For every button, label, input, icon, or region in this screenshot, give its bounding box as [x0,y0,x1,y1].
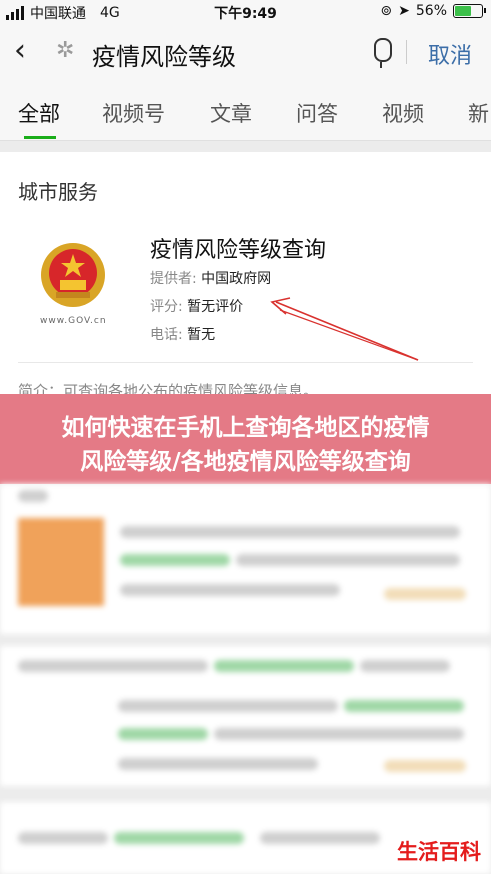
logo-caption: www.GOV.cn [40,316,107,326]
tab-news[interactable]: 新 [468,98,489,128]
status-right: ⊚ ➤ 56% [380,3,486,19]
phone-value: 暂无 [187,327,216,343]
annotation-arrow-icon [270,297,419,361]
tab-qa[interactable]: 问答 [296,98,338,128]
search-input[interactable]: 疫情风险等级 [92,37,236,72]
search-logo-icon: ✲ [56,38,75,63]
banner-line-2: 风险等级/各地疫情风险等级查询 [80,449,411,475]
rotation-lock-icon: ⊚ [380,3,393,19]
back-icon[interactable]: ‹ [14,36,26,66]
tab-all[interactable]: 全部 [18,98,60,128]
provider-label: 提供者: [150,271,197,287]
rating-label: 评分: [150,299,183,315]
rating-row: 评分: 暂无评价 [150,296,243,316]
card-divider [18,362,473,363]
service-title[interactable]: 疫情风险等级查询 [150,232,326,264]
filter-tabs: 全部 视频号 文章 问答 视频 新 [0,80,491,141]
tab-channels[interactable]: 视频号 [102,98,165,128]
result-thumbnail [18,518,104,606]
banner-line-1: 如何快速在手机上查询各地区的疫情 [61,415,430,441]
provider-value: 中国政府网 [201,271,272,287]
city-service-card[interactable]: 城市服务 www.GOV.cn 疫情风险等级查询 提供者: 中国政府网 评分: … [0,152,491,402]
section-title: 城市服务 [18,180,98,204]
result-card[interactable] [0,484,491,634]
blurred-results [0,484,491,874]
phone-row: 电话: 暂无 [150,324,215,344]
search-divider [406,40,407,64]
microphone-icon[interactable] [374,38,392,68]
status-bar: 中国联通 4G 下午9:49 ⊚ ➤ 56% [0,0,491,24]
battery-icon [453,4,486,18]
title-banner: 如何快速在手机上查询各地区的疫情 风险等级/各地疫情风险等级查询 [0,394,491,484]
national-emblem-icon [41,243,105,307]
phone-label: 电话: [150,327,183,343]
battery-percent: 56% [415,3,447,19]
tab-articles[interactable]: 文章 [210,98,252,128]
tab-videos[interactable]: 视频 [382,98,424,128]
rating-value: 暂无评价 [187,299,244,315]
provider-row: 提供者: 中国政府网 [150,268,271,288]
result-card[interactable] [0,646,491,786]
watermark-logo: 生活百科 [397,840,481,864]
location-icon: ➤ [398,3,410,19]
search-bar: ‹ ✲ 疫情风险等级 取消 [0,24,491,80]
cancel-button[interactable]: 取消 [428,38,472,70]
active-tab-indicator [24,136,56,139]
